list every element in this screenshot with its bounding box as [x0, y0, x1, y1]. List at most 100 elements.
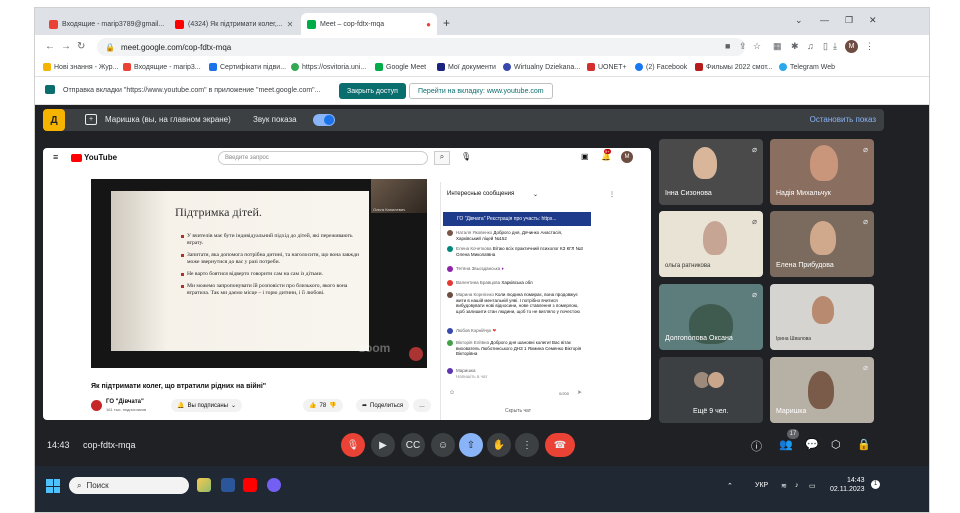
side-panel-icon[interactable]: ▯ — [823, 41, 828, 52]
share-button[interactable]: ➦ Поделиться — [356, 399, 410, 412]
avatar — [707, 371, 725, 389]
emoji-picker-icon[interactable]: ☺ — [449, 390, 455, 396]
thumbs-down-icon[interactable]: 👎 — [329, 402, 336, 409]
chevron-up-icon[interactable]: ⌃ — [727, 482, 733, 490]
reactions-button[interactable]: ☺ — [431, 433, 455, 457]
participant-tile[interactable]: ⌀ Надія Михальчук — [770, 139, 874, 205]
present-now-button[interactable]: ⇧ — [459, 433, 483, 457]
channel-avatar[interactable] — [91, 400, 102, 411]
bookmark-item[interactable]: Telegram Web — [779, 63, 835, 71]
new-tab-button[interactable]: + — [443, 16, 450, 30]
subscribed-button[interactable]: 🔔 Вы подписаны ⌄ — [171, 399, 243, 412]
forward-icon[interactable]: → — [61, 41, 71, 52]
chevron-down-icon[interactable]: ⌄ — [533, 191, 538, 198]
bookmark-item[interactable]: https://osvitoria.uni... — [291, 63, 366, 71]
presentation-sound-toggle[interactable] — [313, 114, 335, 126]
close-icon[interactable]: ✕ — [287, 20, 294, 29]
self-tile[interactable]: ⌀ Маришка — [770, 357, 874, 423]
more-participants-tile[interactable]: Ещё 9 чел. — [659, 357, 763, 423]
send-icon[interactable]: ➤ — [577, 389, 582, 396]
taskbar-search[interactable]: ⌕ Поиск — [69, 477, 189, 494]
bookmark-item[interactable]: Wirtualny Dziekana... — [503, 63, 580, 71]
bookmark-item[interactable]: Нові знання - Жур... — [43, 63, 118, 71]
search-icon[interactable]: ⌕ — [434, 151, 450, 165]
wifi-icon[interactable]: ≋ — [781, 482, 787, 490]
menu-icon[interactable]: ⋮ — [865, 41, 874, 52]
chat-avatar — [447, 246, 453, 252]
word-app-icon[interactable] — [221, 478, 235, 492]
back-icon[interactable]: ← — [45, 41, 55, 52]
activities-icon[interactable]: ⬡ — [831, 438, 841, 451]
more-actions-button[interactable]: … — [413, 399, 431, 412]
chat-header[interactable]: Интересные сообщения — [447, 191, 514, 197]
host-controls-icon[interactable]: 🔒 — [857, 438, 871, 451]
pinned-message[interactable]: ГО "Дівчата" Реєстрація про участь: http… — [443, 212, 591, 226]
bookmark-item[interactable]: UONET+ — [587, 63, 627, 71]
youtube-search-input[interactable]: Введите запрос — [218, 151, 428, 165]
bookmark-item[interactable]: Входящие - marip3... — [123, 63, 201, 71]
channel-name[interactable]: ГО "Дівчата" — [106, 399, 144, 405]
hamburger-icon[interactable]: ≡ — [53, 152, 58, 162]
raise-hand-button[interactable]: ✋ — [487, 433, 511, 457]
chat-input-row[interactable]: Маришка Напишіть в чат — [447, 368, 587, 379]
camera-icon[interactable]: ■ — [725, 41, 730, 51]
profile-avatar[interactable]: M — [845, 40, 858, 53]
media-icon[interactable]: ♫ — [807, 41, 814, 51]
chat-input-placeholder[interactable]: Напишіть в чат — [456, 374, 487, 379]
close-window-icon[interactable]: ✕ — [869, 15, 877, 26]
meeting-details-icon[interactable]: ⓘ — [751, 438, 762, 454]
like-button[interactable]: 👍 78 👎 — [303, 399, 343, 412]
bookmark-star-icon[interactable]: ☆ — [753, 41, 761, 52]
battery-icon[interactable]: ▭ — [809, 482, 816, 490]
download-icon[interactable]: ⤓ — [833, 41, 837, 52]
bookmark-label: Нові знання - Жур... — [54, 63, 119, 71]
weather-app-icon[interactable] — [197, 478, 211, 492]
close-icon[interactable]: ● — [426, 20, 431, 29]
tab-youtube[interactable]: (4324) Як підтримати колег,... ✕ — [169, 13, 297, 35]
viber-app-icon[interactable] — [267, 478, 281, 492]
participant-tile[interactable]: Ірина Швалова — [770, 284, 874, 350]
tab-search-icon[interactable]: ⌄ — [795, 15, 803, 26]
go-to-tab-button[interactable]: Перейти на вкладку: www.youtube.com — [409, 83, 553, 99]
participant-tile[interactable]: ⌀ Інна Сизонова — [659, 139, 763, 205]
notification-center-icon[interactable]: 1 — [871, 480, 880, 489]
minimize-icon[interactable]: — — [820, 15, 829, 25]
bookmark-item[interactable]: Фильмы 2022 смот... — [695, 63, 773, 71]
taskbar-clock[interactable]: 14:43 02.11.2023 — [830, 476, 865, 494]
tab-gmail[interactable]: Входящие - marip3789@gmail... ✕ — [43, 13, 167, 35]
windows-start-icon[interactable] — [46, 479, 60, 493]
youtube-logo[interactable]: YouTube — [71, 153, 117, 162]
youtube-avatar[interactable]: M — [621, 151, 633, 163]
camera-toggle-button[interactable]: ▶ — [371, 433, 395, 457]
microphone-icon[interactable]: 🎙 — [461, 152, 471, 161]
chat-icon[interactable]: 💬 — [805, 438, 819, 451]
create-video-icon[interactable]: ▣ — [581, 152, 589, 161]
volume-icon[interactable]: ♪ — [795, 482, 799, 489]
more-options-button[interactable]: ⋮ — [515, 433, 539, 457]
bookmark-item[interactable]: Сертифікати підви... — [209, 63, 286, 71]
keyboard-language[interactable]: УКР — [755, 482, 768, 489]
participant-tile[interactable]: ⌀ Долгополова Оксана — [659, 284, 763, 350]
people-icon[interactable]: 👥 — [779, 438, 793, 451]
bookmark-item[interactable]: (2) Facebook — [635, 63, 687, 71]
maximize-icon[interactable]: ❐ — [845, 15, 853, 26]
stop-presenting-button[interactable]: Остановить показ — [810, 115, 876, 124]
video-player[interactable]: Підтримка дітей. У вчителів має бути інд… — [91, 179, 427, 368]
captions-button[interactable]: CC — [401, 433, 425, 457]
hide-chat-button[interactable]: Скрыть чат — [505, 408, 531, 414]
stop-sharing-button[interactable]: Закрыть доступ — [339, 83, 406, 99]
address-bar[interactable]: 🔒 meet.google.com/cop-fdtx-mqa — [97, 38, 745, 56]
share-icon[interactable]: ⇪ — [739, 41, 747, 52]
extensions-icon[interactable]: ✱ — [791, 41, 799, 52]
bookmark-item[interactable]: Мої документи — [437, 63, 496, 71]
calendar-extension-icon[interactable]: ▦ — [773, 41, 782, 52]
chat-menu-icon[interactable]: ⋮ — [609, 191, 615, 198]
reload-icon[interactable]: ↻ — [77, 41, 85, 52]
tab-meet[interactable]: Meet – cop-fdtx-mqa ● — [301, 13, 437, 35]
youtube-app-icon[interactable] — [243, 478, 257, 492]
bookmark-item[interactable]: Google Meet — [375, 63, 426, 71]
mic-toggle-button[interactable]: 🎙 — [341, 433, 365, 457]
participant-tile[interactable]: ⌀ Елена Прибудова — [770, 211, 874, 277]
leave-call-button[interactable]: ☎ — [545, 433, 575, 457]
participant-tile[interactable]: ⌀ ольга ратникова — [659, 211, 763, 277]
